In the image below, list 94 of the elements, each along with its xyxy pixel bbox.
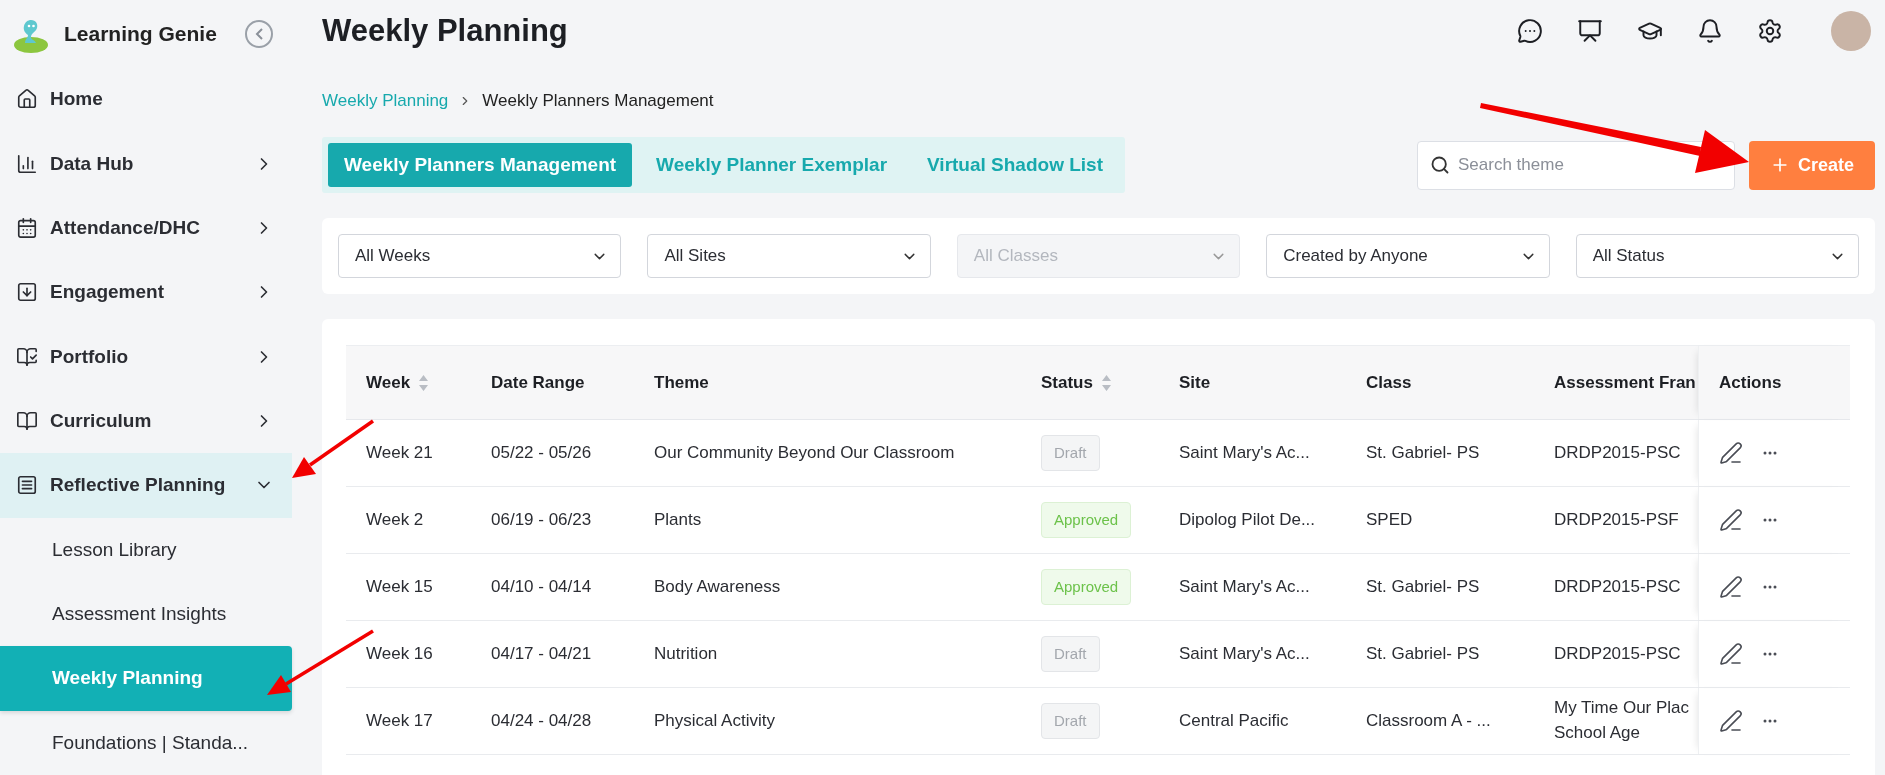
table-cell-text: 05/22 - 05/26 [491,441,592,464]
book-icon [16,410,38,433]
more-button[interactable] [1763,585,1777,589]
filter-dropdown[interactable]: All Sites [647,234,931,278]
edit-button[interactable] [1719,508,1743,532]
pencil-icon [1719,441,1743,465]
filter-dropdown[interactable]: All Status [1575,234,1860,278]
more-button[interactable] [1763,719,1777,723]
edit-button[interactable] [1719,642,1743,666]
app-name: Learning Genie [64,21,217,46]
home-icon [16,88,38,111]
table-cell-text: DRDP2015-PSC [1554,441,1681,464]
open-book-icon [16,345,38,368]
chat-icon[interactable] [1517,18,1543,44]
calendar-icon [16,217,38,240]
square-icon [16,281,38,304]
bar-chart-icon [16,152,38,175]
status-badge: Draft [1041,636,1100,672]
table-cell-text: Week 21 [366,441,433,464]
more-button[interactable] [1763,652,1777,656]
table-cell-text: 04/17 - 04/21 [491,642,592,665]
more-button[interactable] [1763,518,1777,522]
table-cell-text: Body Awareness [654,575,781,598]
table-cell-text: Week 17 [366,709,433,732]
more-button[interactable] [1763,451,1777,455]
search-field[interactable]: Search theme [1417,140,1735,190]
sidebar-item[interactable]: Engagement [0,260,292,325]
table-cell-text: My Time Our Plac School Age [1554,697,1691,744]
column-header: Theme [654,372,709,393]
more-icon [1763,719,1777,723]
table-cell-text: Week 16 [366,642,433,665]
column-header: Week [366,372,411,393]
table-cell-text: St. Gabriel- PS [1366,575,1480,598]
filter-dropdown[interactable]: All Weeks [338,234,622,278]
notification-icon[interactable] [1697,18,1723,44]
column-header: Assessment Fran [1554,372,1696,393]
table-cell-text: Our Community Beyond Our Classroom [654,441,955,464]
search-icon [1430,154,1450,175]
sidebar-item[interactable]: Reflective Planning [0,453,292,518]
more-icon [1763,518,1777,522]
table-cell-text: Classroom A - ... [1366,709,1491,732]
status-badge: Approved [1041,569,1132,605]
table-cell-text: Saint Mary's Ac... [1179,441,1310,464]
status-badge: Draft [1041,703,1100,739]
pencil-icon [1719,575,1743,599]
more-icon [1763,585,1777,589]
table-cell-text: DRDP2015-PSC [1554,575,1681,598]
status-badge: Approved [1041,502,1132,538]
edit-button[interactable] [1719,575,1743,599]
table-cell-text: Saint Mary's Ac... [1179,642,1310,665]
sidebar-item[interactable]: Portfolio [0,324,292,389]
table-cell-text: DRDP2015-PSC [1554,642,1681,665]
sidebar-subitem[interactable]: Lesson Library [0,517,292,582]
breadcrumb-current: Weekly Planners Management [482,91,714,111]
column-header: Site [1179,372,1211,393]
table-cell-text: Physical Activity [654,709,775,732]
column-header: Status [1041,372,1093,393]
column-header: Date Range [491,372,585,393]
column-header: Actions [1719,372,1782,393]
presentation-icon[interactable] [1577,18,1603,44]
table-cell-text: Week 2 [366,508,424,531]
more-icon [1763,451,1777,455]
pencil-icon [1719,642,1743,666]
sidebar-item[interactable]: Home [0,67,292,132]
filter-dropdown[interactable]: Created by Anyone [1266,234,1550,278]
table-cell-text: 04/10 - 04/14 [491,575,592,598]
table-cell-text: 06/19 - 06/23 [491,508,592,531]
edit-button[interactable] [1719,709,1743,733]
table-cell-text: Saint Mary's Ac... [1179,575,1310,598]
status-badge: Draft [1041,435,1100,471]
pencil-icon [1719,709,1743,733]
sidebar-subitem[interactable]: Assessment Insights [0,581,292,647]
table-cell-text: Week 15 [366,575,433,598]
table-cell-text: St. Gabriel- PS [1366,441,1480,464]
pencil-icon [1719,508,1743,532]
edit-button[interactable] [1719,441,1743,465]
table-cell-text: SPED [1366,508,1413,531]
sidebar-item[interactable]: Curriculum [0,388,292,454]
table-cell-text: DRDP2015-PSF [1554,508,1679,531]
table-cell-text: Dipolog Pilot De... [1179,508,1316,531]
table-cell-text: 04/24 - 04/28 [491,709,592,732]
column-header: Class [1366,372,1412,393]
table-cell-text: Nutrition [654,642,718,665]
table-cell-text: Plants [654,508,702,531]
more-icon [1763,652,1777,656]
sidebar-item[interactable]: Data Hub [0,131,292,196]
square-icon [16,474,38,497]
table-cell-text: St. Gabriel- PS [1366,642,1480,665]
sidebar-item[interactable]: Attendance/DHC [0,195,292,261]
page-title: Weekly Planning [322,13,569,49]
sidebar-subitem[interactable]: Foundations | Standa... [0,710,292,775]
settings-icon[interactable] [1757,18,1783,44]
chevron-left-icon [254,27,263,40]
table-cell-text: Central Pacific [1179,709,1289,732]
